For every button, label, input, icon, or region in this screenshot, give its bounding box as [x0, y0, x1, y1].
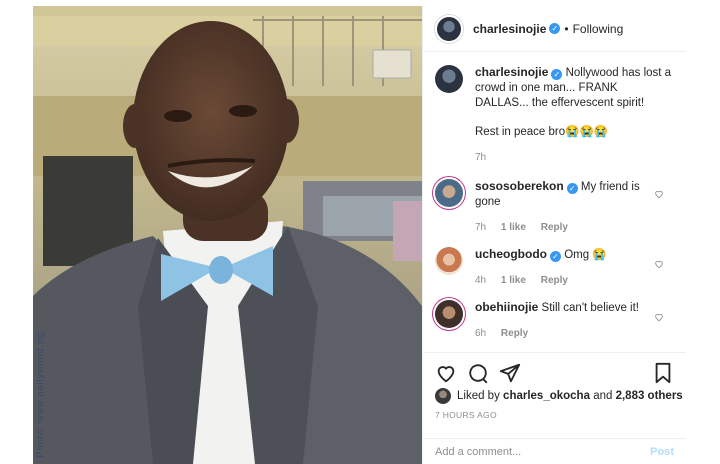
comment-bubble-icon[interactable] [467, 362, 489, 384]
comment-text: Still can't believe it! [541, 302, 639, 314]
post-sidebar: charlesinojie ✓ • Following charlesinoji… [422, 6, 686, 464]
action-bar [423, 352, 686, 386]
comment-item: ucheogbodo ✓ Omg 😭 4h 1 like Reply [423, 235, 686, 288]
commenter-avatar[interactable] [435, 247, 463, 275]
post-caption: charlesinojie ✓ Nollywood has lost a crow… [423, 53, 686, 165]
like-comment-heart-icon[interactable] [654, 259, 664, 269]
post-header: charlesinojie ✓ • Following [423, 6, 686, 52]
author-username[interactable]: charlesinojie [473, 22, 546, 36]
caption-username[interactable]: charlesinojie [475, 65, 548, 79]
comment-time: 7h [475, 222, 487, 233]
verified-badge-icon: ✓ [566, 183, 578, 194]
post-photo[interactable]: Photo: www.nollywood.ng [33, 6, 422, 464]
caption-avatar[interactable] [435, 65, 463, 93]
like-heart-icon[interactable] [435, 362, 457, 384]
comment-item: sososoberekon ✓ My friend is gone 7h 1 li… [423, 165, 686, 235]
comment-text: Omg 😭 [564, 249, 607, 261]
comment-time: 4h [475, 275, 487, 286]
add-comment-bar: Post [423, 438, 686, 464]
commenter-avatar[interactable] [435, 179, 463, 207]
following-button[interactable]: Following [573, 22, 624, 36]
comment-likes[interactable]: 1 like [501, 222, 526, 233]
like-comment-heart-icon[interactable] [654, 312, 664, 322]
liker-avatar[interactable] [435, 388, 451, 404]
commenter-username[interactable]: sososoberekon [475, 179, 564, 193]
likes-prefix: Liked by [457, 390, 500, 402]
share-send-icon[interactable] [499, 362, 521, 384]
verified-badge-icon: ✓ [551, 69, 563, 80]
like-comment-heart-icon[interactable] [654, 189, 664, 199]
verified-badge-icon: ✓ [549, 23, 561, 34]
comment-time: 6h [475, 328, 487, 339]
reply-button[interactable]: Reply [501, 328, 528, 339]
verified-badge-icon: ✓ [550, 251, 561, 262]
author-avatar[interactable] [435, 14, 463, 43]
commenter-username[interactable]: ucheogbodo [475, 247, 547, 261]
likes-middle: and [593, 390, 613, 402]
comment-item: obehiinojie Still can't believe it! 6h R… [423, 288, 686, 341]
save-bookmark-icon[interactable] [652, 362, 674, 384]
reply-button[interactable]: Reply [541, 275, 568, 286]
likes-count[interactable]: 2,883 others [616, 390, 683, 402]
comment-likes[interactable]: 1 like [501, 275, 526, 286]
commenter-avatar[interactable] [435, 300, 463, 328]
photo-illustration [33, 6, 422, 464]
comments-list[interactable]: charlesinojie ✓ Nollywood has lost a crow… [423, 53, 686, 351]
separator-dot: • [564, 21, 569, 36]
add-comment-input[interactable] [435, 445, 651, 458]
commenter-username[interactable]: obehiinojie [475, 300, 538, 314]
reply-button[interactable]: Reply [541, 222, 568, 233]
likes-summary: Liked by charles_okocha and 2,883 others [435, 388, 683, 404]
caption-text-2: Rest in peace bro😭😭😭 [475, 126, 609, 138]
caption-time: 7h [475, 152, 487, 163]
post-timestamp: 7 HOURS AGO [435, 410, 497, 420]
post-comment-button[interactable]: Post [650, 446, 674, 458]
liker-username[interactable]: charles_okocha [503, 390, 590, 402]
photo-watermark: Photo: www.nollywood.ng [35, 332, 45, 458]
